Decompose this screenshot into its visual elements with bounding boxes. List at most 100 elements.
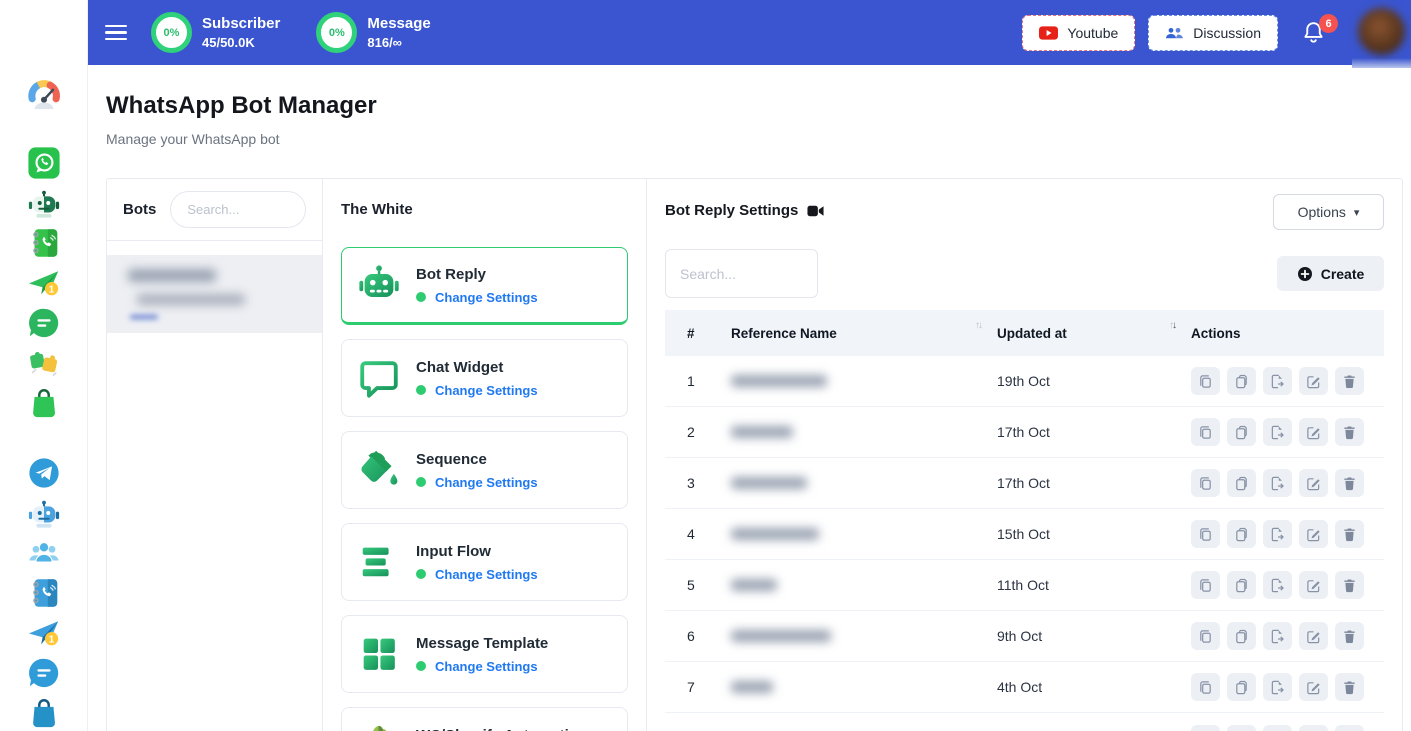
row-updated-at: 15th Oct	[997, 526, 1191, 542]
delete-button[interactable]	[1335, 469, 1364, 497]
sort-icon-updated-at[interactable]: ↑↓	[1169, 320, 1175, 331]
notifications-button[interactable]: 6	[1301, 20, 1326, 45]
edit-button[interactable]	[1299, 622, 1328, 650]
message-progress-ring: 0%	[316, 12, 357, 53]
change-settings-link[interactable]: Change Settings	[435, 659, 538, 674]
video-tutorial-icon[interactable]	[807, 204, 824, 218]
bot-list-item[interactable]	[107, 255, 322, 333]
whatsapp-shop-icon[interactable]	[27, 386, 61, 420]
discussion-button[interactable]: Discussion	[1148, 15, 1278, 51]
edit-button[interactable]	[1299, 520, 1328, 548]
chat-bubble-outline-icon	[356, 355, 402, 401]
duplicate-button[interactable]	[1227, 725, 1256, 731]
table-header-row: # Reference Name ↑↓ Updated at ↑↓ Action…	[665, 310, 1384, 356]
delete-button[interactable]	[1335, 725, 1364, 731]
export-button[interactable]	[1263, 571, 1292, 599]
status-dot	[416, 292, 426, 302]
export-button[interactable]	[1263, 418, 1292, 446]
bots-search-input[interactable]	[170, 191, 306, 228]
copy-button[interactable]	[1191, 725, 1220, 731]
edit-button[interactable]	[1299, 725, 1328, 731]
duplicate-button[interactable]	[1227, 571, 1256, 599]
row-number: 3	[687, 475, 731, 491]
row-updated-at: 19th Oct	[997, 373, 1191, 389]
page-title: WhatsApp Bot Manager	[106, 92, 1411, 120]
row-updated-at: 9th Oct	[997, 628, 1191, 644]
card-input-flow[interactable]: Input Flow Change Settings	[341, 523, 628, 601]
copy-button[interactable]	[1191, 673, 1220, 701]
card-chat-widget[interactable]: Chat Widget Change Settings	[341, 339, 628, 417]
row-updated-at: 17th Oct	[997, 475, 1191, 491]
card-message-template[interactable]: Message Template Change Settings	[341, 615, 628, 693]
edit-button[interactable]	[1299, 673, 1328, 701]
hamburger-menu-icon[interactable]	[105, 21, 127, 45]
delete-button[interactable]	[1335, 571, 1364, 599]
export-button[interactable]	[1263, 673, 1292, 701]
export-button[interactable]	[1263, 725, 1292, 731]
copy-button[interactable]	[1191, 520, 1220, 548]
col-header-reference-name: Reference Name	[731, 326, 837, 341]
table-row: 7 4th Oct	[665, 662, 1384, 713]
export-button[interactable]	[1263, 520, 1292, 548]
duplicate-button[interactable]	[1227, 469, 1256, 497]
duplicate-button[interactable]	[1227, 520, 1256, 548]
redacted-reference-name	[731, 426, 793, 438]
change-settings-link[interactable]: Change Settings	[435, 290, 538, 305]
delete-button[interactable]	[1335, 520, 1364, 548]
col-header-num: #	[687, 326, 731, 341]
card-bot-reply[interactable]: Bot Reply Change Settings	[341, 247, 628, 325]
dashboard-gauge-icon[interactable]	[27, 78, 61, 112]
copy-button[interactable]	[1191, 367, 1220, 395]
delete-button[interactable]	[1335, 367, 1364, 395]
row-updated-at: 17th Oct	[997, 424, 1191, 440]
duplicate-button[interactable]	[1227, 622, 1256, 650]
edit-button[interactable]	[1299, 571, 1328, 599]
whatsapp-icon[interactable]	[27, 146, 61, 180]
message-percent: 0%	[329, 27, 345, 39]
edit-button[interactable]	[1299, 469, 1328, 497]
copy-button[interactable]	[1191, 622, 1220, 650]
edit-button[interactable]	[1299, 367, 1328, 395]
options-button[interactable]: Options ▾	[1273, 194, 1384, 230]
telegram-chat-icon[interactable]	[27, 656, 61, 690]
duplicate-button[interactable]	[1227, 418, 1256, 446]
delete-button[interactable]	[1335, 418, 1364, 446]
export-button[interactable]	[1263, 622, 1292, 650]
telegram-shop-icon[interactable]	[27, 696, 61, 730]
export-button[interactable]	[1263, 367, 1292, 395]
whatsapp-chat-icon[interactable]	[27, 306, 61, 340]
create-button[interactable]: Create	[1277, 256, 1384, 291]
whatsapp-contacts-icon[interactable]	[27, 226, 61, 260]
copy-button[interactable]	[1191, 418, 1220, 446]
copy-button[interactable]	[1191, 469, 1220, 497]
telegram-bot-icon[interactable]	[27, 496, 61, 530]
youtube-button[interactable]: Youtube	[1022, 15, 1135, 51]
telegram-icon[interactable]	[27, 456, 61, 490]
settings-search-input[interactable]	[665, 249, 818, 298]
delete-button[interactable]	[1335, 622, 1364, 650]
whatsapp-bot-icon[interactable]	[27, 186, 61, 220]
card-wc-shopify-automation[interactable]: S WC/Shopify Automation Change Settings	[341, 707, 628, 731]
table-row: 1 19th Oct	[665, 356, 1384, 407]
export-button[interactable]	[1263, 469, 1292, 497]
sort-icon-reference-name[interactable]: ↑↓	[975, 320, 981, 331]
edit-button[interactable]	[1299, 418, 1328, 446]
telegram-campaign-icon[interactable]: 1	[27, 616, 61, 650]
change-settings-link[interactable]: Change Settings	[435, 567, 538, 582]
delete-button[interactable]	[1335, 673, 1364, 701]
telegram-contacts-icon[interactable]	[27, 576, 61, 610]
copy-button[interactable]	[1191, 571, 1220, 599]
col-header-actions: Actions	[1191, 326, 1384, 341]
whatsapp-campaign-icon[interactable]: 1	[27, 266, 61, 300]
card-sequence[interactable]: Sequence Change Settings	[341, 431, 628, 509]
subscriber-percent: 0%	[164, 27, 180, 39]
user-menu[interactable]	[1352, 0, 1411, 68]
subscriber-value: 45/50.0K	[202, 35, 280, 50]
duplicate-button[interactable]	[1227, 367, 1256, 395]
whatsapp-integration-icon[interactable]	[27, 346, 61, 380]
change-settings-link[interactable]: Change Settings	[435, 475, 538, 490]
telegram-group-icon[interactable]	[27, 536, 61, 570]
change-settings-link[interactable]: Change Settings	[435, 383, 538, 398]
duplicate-button[interactable]	[1227, 673, 1256, 701]
row-number: 4	[687, 526, 731, 542]
